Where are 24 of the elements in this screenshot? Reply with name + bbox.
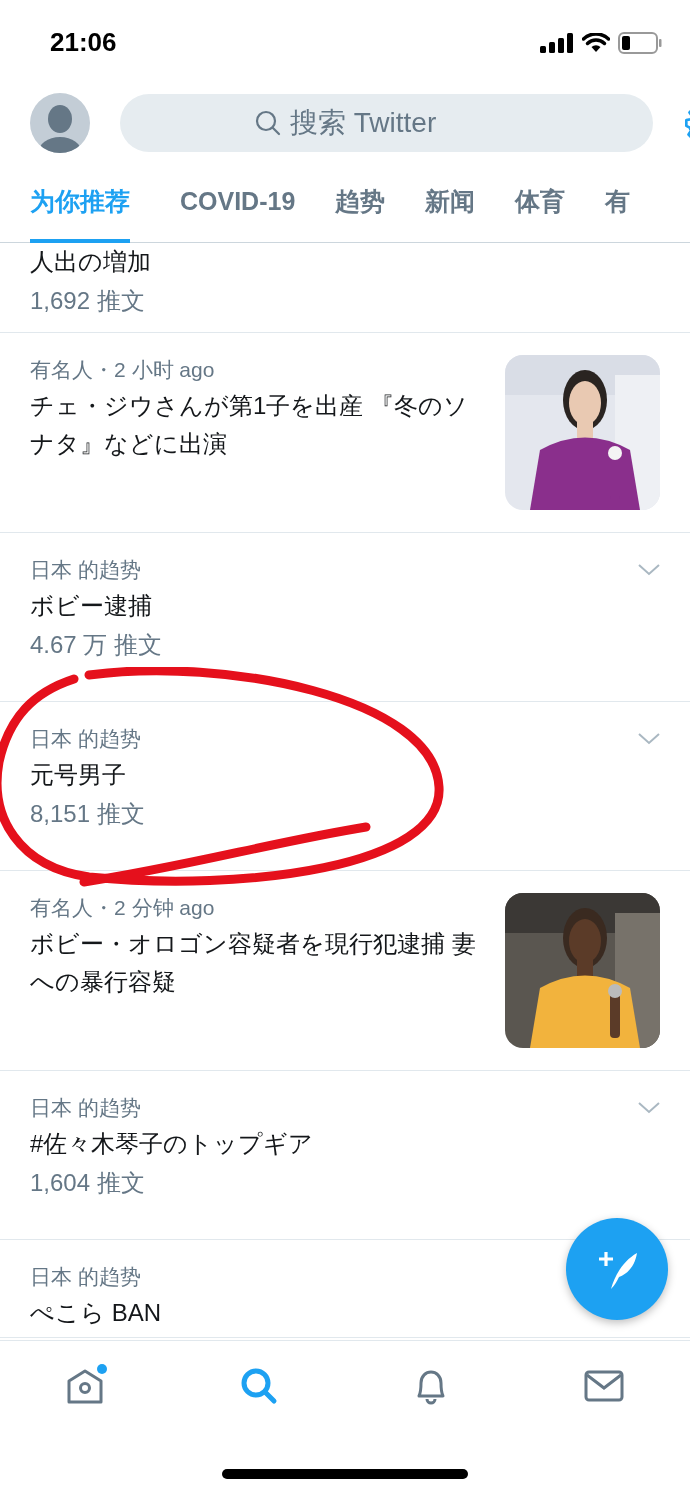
trend-title[interactable]: 元号男子 bbox=[30, 756, 126, 794]
status-time: 21:06 bbox=[50, 27, 117, 58]
trend-location: 日本 的趋势 bbox=[30, 726, 141, 752]
news-category: 有名人・2 分钟 ago bbox=[30, 895, 216, 921]
tweet-count: 8,151 推文 bbox=[30, 799, 145, 829]
trend-location: 日本 的趋势 bbox=[30, 1095, 141, 1121]
trend-location: 日本 的趋势 bbox=[30, 557, 141, 583]
tweet-count: 4.67 万 推文 bbox=[30, 630, 163, 660]
news-headline[interactable]: チェ・ジウさんが第1子を出産 『冬のソナタ』などに出演 bbox=[30, 387, 481, 463]
trend-title[interactable]: #佐々木琴子のトップギア bbox=[30, 1125, 314, 1163]
tab[interactable]: 趋势 bbox=[335, 159, 386, 243]
tab[interactable]: COVID-19 bbox=[180, 159, 296, 243]
trend-title[interactable]: 人出の増加 bbox=[30, 243, 151, 281]
tab[interactable]: 体育 bbox=[515, 159, 566, 243]
tweet-count: 1,604 推文 bbox=[30, 1168, 145, 1198]
tab[interactable]: 有 bbox=[605, 159, 631, 243]
news-headline[interactable]: ボビー・オロゴン容疑者を現行犯逮捕 妻への暴行容疑 bbox=[30, 925, 481, 1001]
trend-location: 日本 的趋势 bbox=[30, 1264, 141, 1290]
trend-title[interactable]: ぺこら BAN bbox=[30, 1294, 161, 1332]
tab[interactable]: 新闻 bbox=[425, 159, 476, 243]
trend-title[interactable]: ボビー逮捕 bbox=[30, 587, 152, 625]
search-field[interactable]: 搜索 Twitter bbox=[120, 93, 653, 152]
tweet-count: 1,692 推文 bbox=[30, 286, 145, 316]
news-category: 有名人・2 小时 ago bbox=[30, 357, 216, 383]
